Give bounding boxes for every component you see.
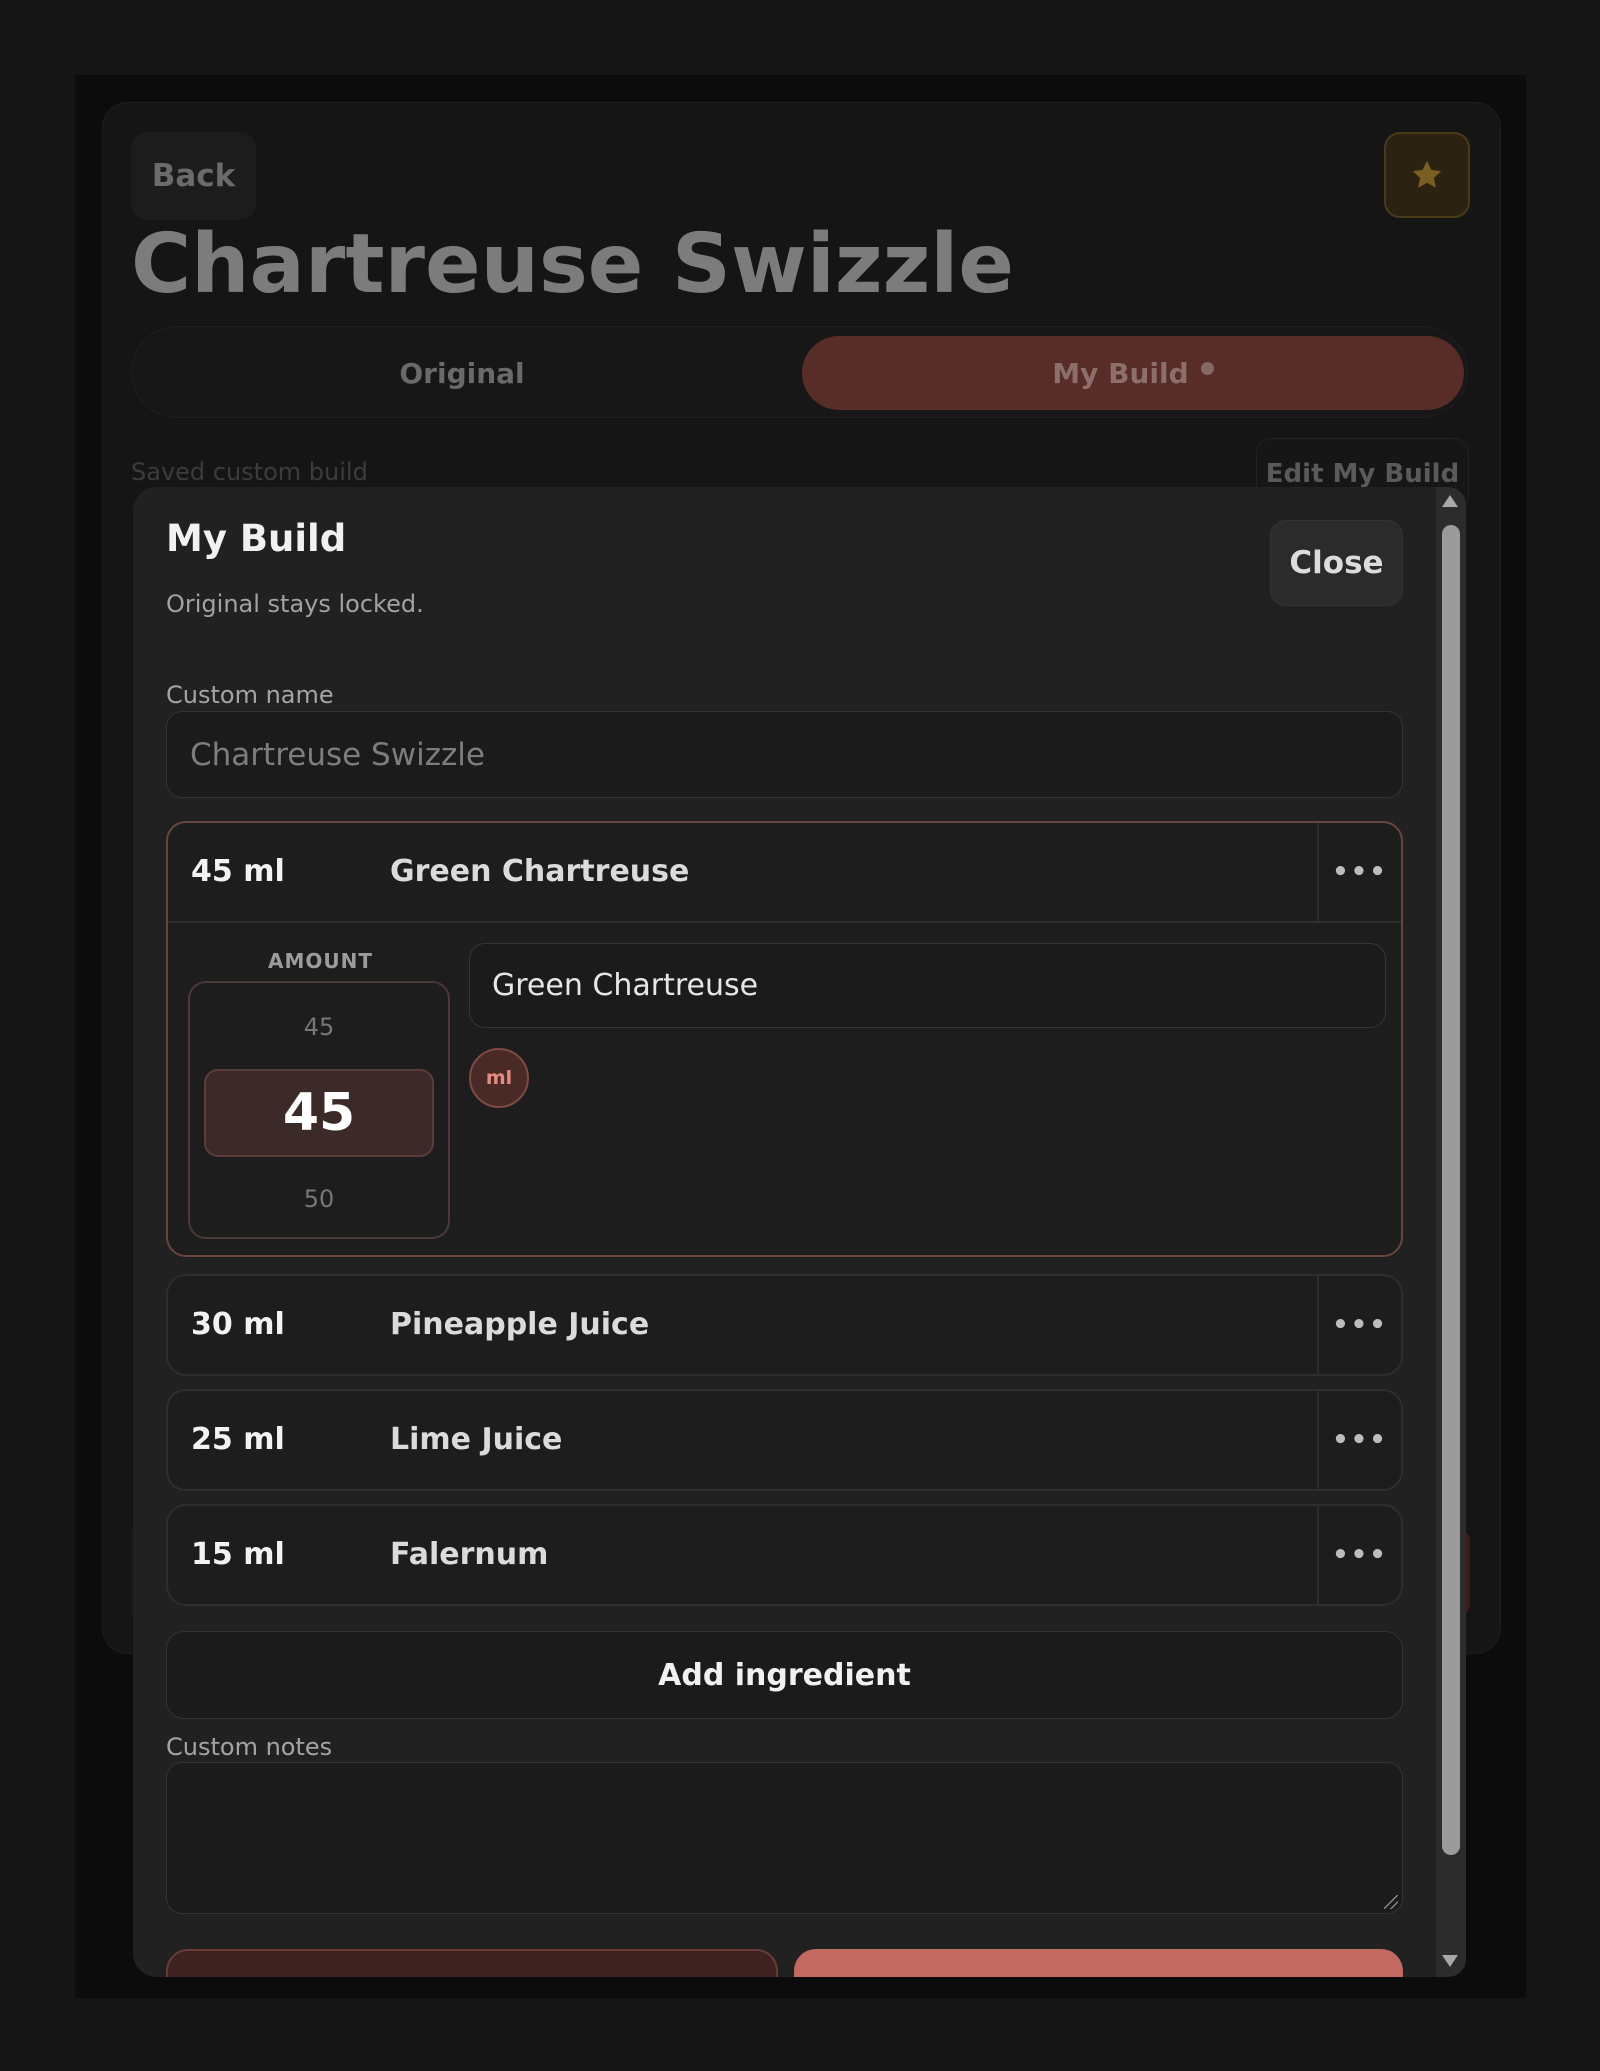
custom-notes-textarea[interactable] [166,1762,1403,1914]
custom-notes-label: Custom notes [166,1733,333,1761]
ingredient-name: Green Chartreuse [390,854,690,889]
modal-scrollbar[interactable] [1436,487,1466,1977]
tab-my-build[interactable]: My Build [802,336,1464,410]
ingredient-name: Falernum [390,1537,549,1572]
picker-prev-value[interactable]: 45 [190,1013,448,1041]
more-options-button[interactable]: ••• [1317,1276,1401,1374]
modified-dot-icon [1200,361,1214,375]
close-button[interactable]: Close [1270,520,1403,606]
picker-selected-value[interactable]: 45 [204,1069,434,1157]
ellipsis-icon: ••• [1332,1540,1388,1570]
ingredient-amount: 30 ml [191,1307,285,1342]
custom-name-label: Custom name [166,681,334,709]
ingredient-header[interactable]: 25 ml Lime Juice ••• [168,1391,1401,1489]
ingredient-row[interactable]: 25 ml Lime Juice ••• [166,1389,1403,1491]
build-toggle: Original My Build [131,326,1468,418]
more-options-button[interactable]: ••• [1317,823,1401,921]
star-icon [1412,160,1442,188]
resize-handle-icon[interactable] [1384,1895,1398,1909]
modal-title: My Build [166,517,347,560]
ellipsis-icon: ••• [1332,1310,1388,1340]
primary-action-button[interactable] [794,1949,1403,1977]
saved-build-label: Saved custom build [131,458,368,486]
favorite-button[interactable] [1384,132,1470,218]
tab-my-build-label: My Build [1052,356,1189,390]
ingredient-amount: 45 ml [191,854,285,889]
ingredient-amount: 25 ml [191,1422,285,1457]
ingredient-row[interactable]: 30 ml Pineapple Juice ••• [166,1274,1403,1376]
amount-picker[interactable]: 45 45 50 [188,981,450,1239]
ingredient-header[interactable]: 30 ml Pineapple Juice ••• [168,1276,1401,1374]
my-build-modal: My Build Original stays locked. Close Cu… [133,487,1466,1977]
back-button[interactable]: Back [131,132,256,220]
ingredient-editor: AMOUNT 45 45 50 Green Chartreuse ml [168,923,1401,1255]
more-options-button[interactable]: ••• [1317,1391,1401,1489]
ingredient-name: Pineapple Juice [390,1307,650,1342]
ingredient-row[interactable]: 15 ml Falernum ••• [166,1504,1403,1606]
ingredient-header[interactable]: 45 ml Green Chartreuse ••• [168,823,1401,921]
ingredient-amount: 15 ml [191,1537,285,1572]
tab-original-label: Original [399,356,525,390]
add-ingredient-button[interactable]: Add ingredient [166,1631,1403,1719]
page-title: Chartreuse Swizzle [131,217,1015,312]
more-options-button[interactable]: ••• [1317,1506,1401,1604]
ellipsis-icon: ••• [1332,857,1388,887]
amount-label: AMOUNT [268,949,374,973]
ingredient-name-input[interactable]: Green Chartreuse [469,943,1386,1028]
custom-name-input[interactable]: Chartreuse Swizzle [166,711,1403,798]
ingredient-row: 45 ml Green Chartreuse ••• AMOUNT 45 45 … [166,821,1403,1257]
tab-original[interactable]: Original [140,336,784,410]
ellipsis-icon: ••• [1332,1425,1388,1455]
modal-subtitle: Original stays locked. [166,590,424,618]
picker-next-value[interactable]: 50 [190,1185,448,1213]
scroll-up-arrow-icon[interactable] [1442,495,1458,507]
scrollbar-thumb[interactable] [1442,525,1460,1855]
scroll-down-arrow-icon[interactable] [1442,1955,1458,1967]
ingredient-header[interactable]: 15 ml Falernum ••• [168,1506,1401,1604]
unit-chip[interactable]: ml [469,1048,529,1108]
ingredient-name: Lime Juice [390,1422,563,1457]
secondary-action-button[interactable] [166,1949,778,1977]
